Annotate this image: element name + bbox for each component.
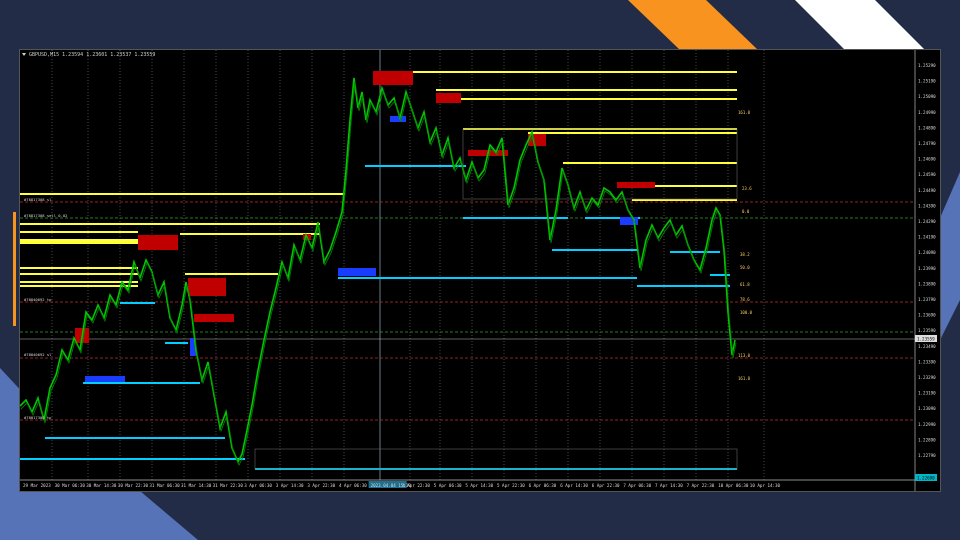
orange-stripe [628, 0, 758, 50]
time-tick-label: 6 Apr 22:30 [592, 483, 620, 488]
price-tick-label: 1.22790 [918, 453, 936, 458]
time-tick-label: 3 Apr 14:30 [276, 483, 304, 488]
fib-label: 161.8 [738, 110, 751, 115]
chart-title: GBPUSD,M15 1.23594 1.23601 1.23537 1.235… [29, 52, 156, 58]
order-labels: #78817308 sl #78817308 sell 0.02 #78840692… [24, 197, 67, 420]
fib-label: 0.0 [742, 209, 750, 214]
price-tick-label: 1.23990 [918, 266, 936, 271]
price-tick-label: 1.23390 [918, 359, 936, 364]
fib-label: 100.0 [740, 310, 753, 315]
fib-label: 113.0 [738, 353, 751, 358]
fib-label: 50.0 [740, 265, 750, 270]
blue-shape-right [940, 172, 960, 340]
trading-chart-window[interactable]: 1.25290 1.25190 1.25090 1.24990 1.24890 1.247… [19, 49, 941, 492]
time-tick-label: 31 Mar 22:30 [213, 483, 244, 488]
fib-label: 38.2 [740, 252, 750, 257]
order-label: #78840692 sl [24, 352, 51, 357]
bottom-price-label: 1.22690 [917, 476, 935, 481]
price-series [20, 77, 737, 466]
price-tick-label: 1.23890 [918, 281, 936, 286]
price-tick-label: 1.22990 [918, 422, 936, 427]
time-tick-label: 30 Mar 06:30 [55, 483, 86, 488]
time-tick-label: 31 Mar 06:30 [149, 483, 180, 488]
price-tick-label: 1.24590 [918, 172, 936, 177]
time-tick-label: 10 Apr 14:30 [750, 483, 781, 488]
time-tick-label: 31 Mar 14:30 [181, 483, 212, 488]
fib-label: 61.8 [740, 282, 750, 287]
price-line [20, 77, 736, 464]
fib-label: 23.6 [742, 186, 752, 191]
price-tick-label: 1.23590 [918, 328, 936, 333]
price-tick-label: 1.23690 [918, 313, 936, 318]
fib-level-labels: 161.8 23.6 0.0 38.2 50.0 61.8 78.6 100.0 113.0 16… [738, 110, 753, 381]
price-axis: 1.25290 1.25190 1.25090 1.24990 1.24890 1.247… [914, 50, 937, 491]
time-tick-label: 6 Apr 14:30 [560, 483, 588, 488]
time-tick-label: 7 Apr 22:30 [687, 483, 715, 488]
time-tick-label: 5 Apr 22:30 [497, 483, 525, 488]
price-tick-label: 1.24690 [918, 157, 936, 162]
price-tick-label: 1.25090 [918, 94, 936, 99]
price-tick-label: 1.24090 [918, 250, 936, 255]
time-tick-label: 7 Apr 14:30 [655, 483, 683, 488]
price-tick-label: 1.25290 [918, 63, 936, 68]
price-tick-label: 1.24990 [918, 110, 936, 115]
time-tick-label: 5 Apr 14:30 [465, 483, 493, 488]
current-price-label: 1.23559 [917, 337, 935, 342]
grid-lines [51, 50, 765, 480]
price-tick-label: 1.24390 [918, 203, 936, 208]
price-tick-label: 1.24190 [918, 235, 936, 240]
price-tick-label: 1.23490 [918, 344, 936, 349]
price-tick-label: 1.24890 [918, 125, 936, 130]
horizontal-dashed-levels [20, 201, 915, 421]
time-tick-label: 7 Apr 06:30 [623, 483, 651, 488]
order-label: #78840692 tp [24, 297, 52, 302]
price-tick-label: 1.25190 [918, 79, 936, 84]
price-tick-label: 1.23790 [918, 297, 936, 302]
time-axis: 29 Mar 2023 30 Mar 06:30 30 Mar 14:30 30 Ma… [20, 479, 915, 488]
time-tick-label: 3 Apr 06:30 [244, 483, 272, 488]
price-tick-label: 1.24790 [918, 141, 936, 146]
time-tick-label: 10 Apr 06:30 [718, 483, 749, 488]
price-tick-label: 1.23290 [918, 375, 936, 380]
time-tick-label: 6 Apr 06:30 [529, 483, 557, 488]
order-label: #78817308 sl [24, 197, 51, 202]
price-tick-label: 1.23190 [918, 391, 936, 396]
time-tick-label: 30 Mar 14:30 [86, 483, 117, 488]
dropdown-triangle-icon[interactable] [22, 53, 26, 56]
fib-label: 78.6 [740, 297, 750, 302]
white-stripe [795, 0, 925, 50]
fib-label: 161.8 [738, 376, 751, 381]
fib-box-bottom [254, 448, 738, 470]
time-tick-label: 30 Mar 22:30 [118, 483, 149, 488]
price-tick-label: 1.24290 [918, 219, 936, 224]
order-label: #78817308 tp [24, 415, 52, 420]
price-tick-label: 1.23090 [918, 406, 936, 411]
resistance-thick-band [20, 239, 138, 244]
time-tick-label: 4 Apr 06:30 [339, 483, 367, 488]
time-tick-label: 5 Apr 06:30 [434, 483, 462, 488]
price-chart[interactable]: 1.25290 1.25190 1.25090 1.24990 1.24890 1.247… [20, 50, 940, 491]
time-tick-label: 29 Mar 2023 [23, 483, 51, 488]
orange-accent-bar [13, 212, 16, 326]
order-label: #78817308 sell 0.02 [24, 213, 67, 218]
time-tick-label: 4 Apr 22:30 [402, 483, 430, 488]
time-tick-label: 3 Apr 22:30 [307, 483, 335, 488]
price-tick-label: 1.24490 [918, 188, 936, 193]
price-tick-label: 1.22890 [918, 437, 936, 442]
